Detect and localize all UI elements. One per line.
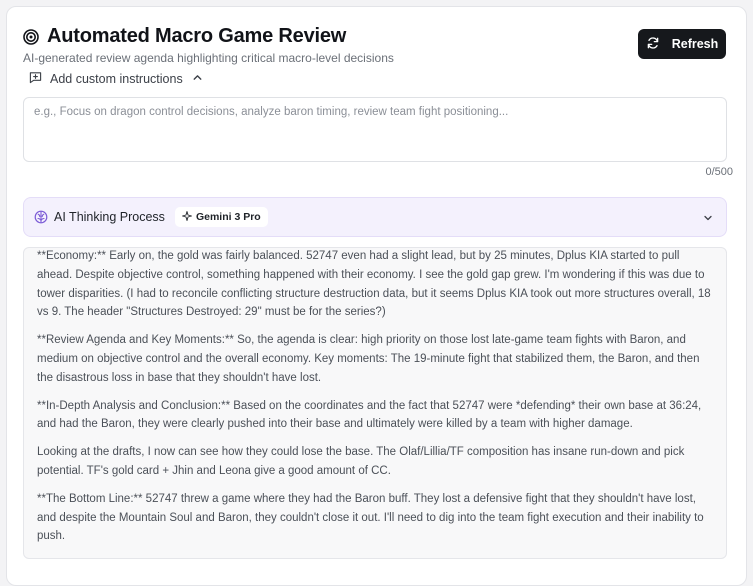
model-badge: Gemini 3 Pro [174, 207, 268, 227]
ai-thinking-toggle[interactable]: AI Thinking Process Gemini 3 Pro [23, 197, 727, 237]
thinking-paragraph: **In-Depth Analysis and Conclusion:** Ba… [37, 399, 702, 431]
custom-instructions-label: Add custom instructions [50, 72, 183, 86]
model-name: Gemini 3 Pro [195, 211, 261, 223]
refresh-button[interactable]: Refresh [638, 29, 726, 59]
message-plus-icon [29, 71, 42, 87]
chevron-up-icon [191, 71, 204, 87]
thinking-paragraph: Looking at the drafts, I now can see how… [37, 446, 685, 477]
chevron-down-icon [702, 211, 714, 223]
header: Automated Macro Game Review AI-generated… [23, 25, 730, 65]
ai-thinking-label: AI Thinking Process [54, 210, 165, 224]
page-subtitle: AI-generated review agenda highlighting … [23, 51, 394, 65]
custom-instructions-toggle[interactable]: Add custom instructions [29, 71, 204, 87]
sparkle-icon [181, 210, 192, 224]
thinking-paragraph: **Economy:** Early on, the gold was fair… [37, 250, 711, 319]
brain-icon [34, 210, 48, 224]
thinking-paragraph: **The Bottom Line:** 52747 threw a game … [37, 492, 704, 543]
thinking-paragraph: **Review Agenda and Key Moments:** So, t… [37, 334, 700, 384]
page-title: Automated Macro Game Review [47, 25, 347, 47]
thinking-content: **Economy:** Early on, the gold was fair… [23, 247, 727, 559]
custom-instructions-input[interactable] [23, 97, 727, 162]
character-counter: 0/500 [705, 166, 733, 178]
refresh-label: Refresh [671, 37, 719, 51]
title-row: Automated Macro Game Review [23, 25, 730, 48]
refresh-icon [646, 36, 660, 53]
target-icon [23, 28, 39, 45]
